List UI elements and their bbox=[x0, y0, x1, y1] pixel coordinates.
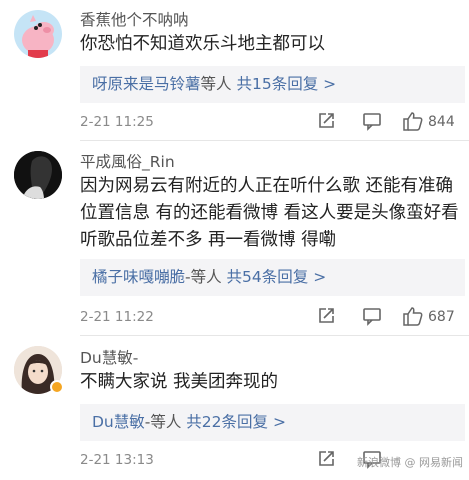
comment-icon[interactable] bbox=[362, 111, 382, 135]
reply-summary[interactable]: Du慧敏-等人 共22条回复 > bbox=[80, 404, 465, 441]
avatar[interactable] bbox=[14, 10, 62, 58]
content-line: 因为网易云有附近的人正在听什么歌 还能有准确 bbox=[80, 176, 454, 196]
comment-content: 不瞒大家说 我美团奔现的 bbox=[80, 369, 465, 396]
reply-user[interactable]: Du慧敏 bbox=[92, 413, 145, 431]
reply-count[interactable]: 共54条回复 > bbox=[227, 268, 327, 286]
reply-count[interactable]: 共22条回复 > bbox=[186, 413, 286, 431]
timestamp: 2-21 11:25 bbox=[80, 114, 154, 130]
content-line: 听歌品位差不多 再一看微博 得嘞 bbox=[80, 230, 337, 250]
like-count: 687 bbox=[428, 309, 455, 325]
reply-mid: -等人 bbox=[144, 413, 182, 431]
timestamp: 2-21 13:13 bbox=[80, 452, 154, 468]
comment-footer: 2-21 11:25 844 bbox=[80, 111, 465, 135]
username[interactable]: 香蕉他个不呐呐 bbox=[80, 8, 189, 30]
like-icon[interactable] bbox=[402, 306, 424, 330]
username[interactable]: Du慧敏- bbox=[80, 346, 138, 368]
comment-content: 因为网易云有附近的人正在听什么歌 还能有准确 位置信息 有的还能看微博 看这人要… bbox=[80, 173, 465, 254]
reply-user[interactable]: 呀原来是马铃薯 bbox=[92, 75, 201, 93]
reply-count[interactable]: 共15条回复 > bbox=[236, 75, 336, 93]
content-line: 不瞒大家说 我美团奔现的 bbox=[80, 372, 279, 392]
reply-summary[interactable]: 橘子味嘎嘣脆-等人 共54条回复 > bbox=[80, 259, 465, 296]
girl-silhouette-icon bbox=[14, 151, 62, 199]
comment-content: 你恐怕不知道欢乐斗地主都可以 bbox=[80, 31, 465, 58]
content-line: 你恐怕不知道欢乐斗地主都可以 bbox=[80, 34, 325, 54]
reply-mid: 等人 bbox=[200, 75, 232, 93]
comment-icon[interactable] bbox=[362, 306, 382, 330]
share-icon[interactable] bbox=[316, 306, 336, 330]
comment-footer: 2-21 11:22 687 bbox=[80, 306, 465, 330]
content-line: 位置信息 有的还能看微博 看这人要是头像蛮好看 bbox=[80, 203, 459, 223]
reply-summary[interactable]: 呀原来是马铃薯等人 共15条回复 > bbox=[80, 66, 465, 103]
divider bbox=[80, 335, 469, 336]
timestamp: 2-21 11:22 bbox=[80, 309, 154, 325]
verified-badge-icon bbox=[50, 380, 64, 394]
share-icon[interactable] bbox=[316, 111, 336, 135]
pig-avatar-icon bbox=[22, 15, 54, 58]
avatar[interactable] bbox=[14, 151, 62, 199]
share-icon[interactable] bbox=[316, 449, 336, 473]
like-icon[interactable] bbox=[402, 111, 424, 135]
username[interactable]: 平成風俗_Rin bbox=[80, 150, 175, 172]
reply-mid: -等人 bbox=[185, 268, 222, 286]
watermark: 新浪微博 @ 网易新闻 bbox=[357, 456, 463, 469]
like-count: 844 bbox=[428, 114, 455, 130]
reply-user[interactable]: 橘子味嘎嘣脆 bbox=[92, 268, 185, 286]
divider bbox=[80, 140, 469, 141]
